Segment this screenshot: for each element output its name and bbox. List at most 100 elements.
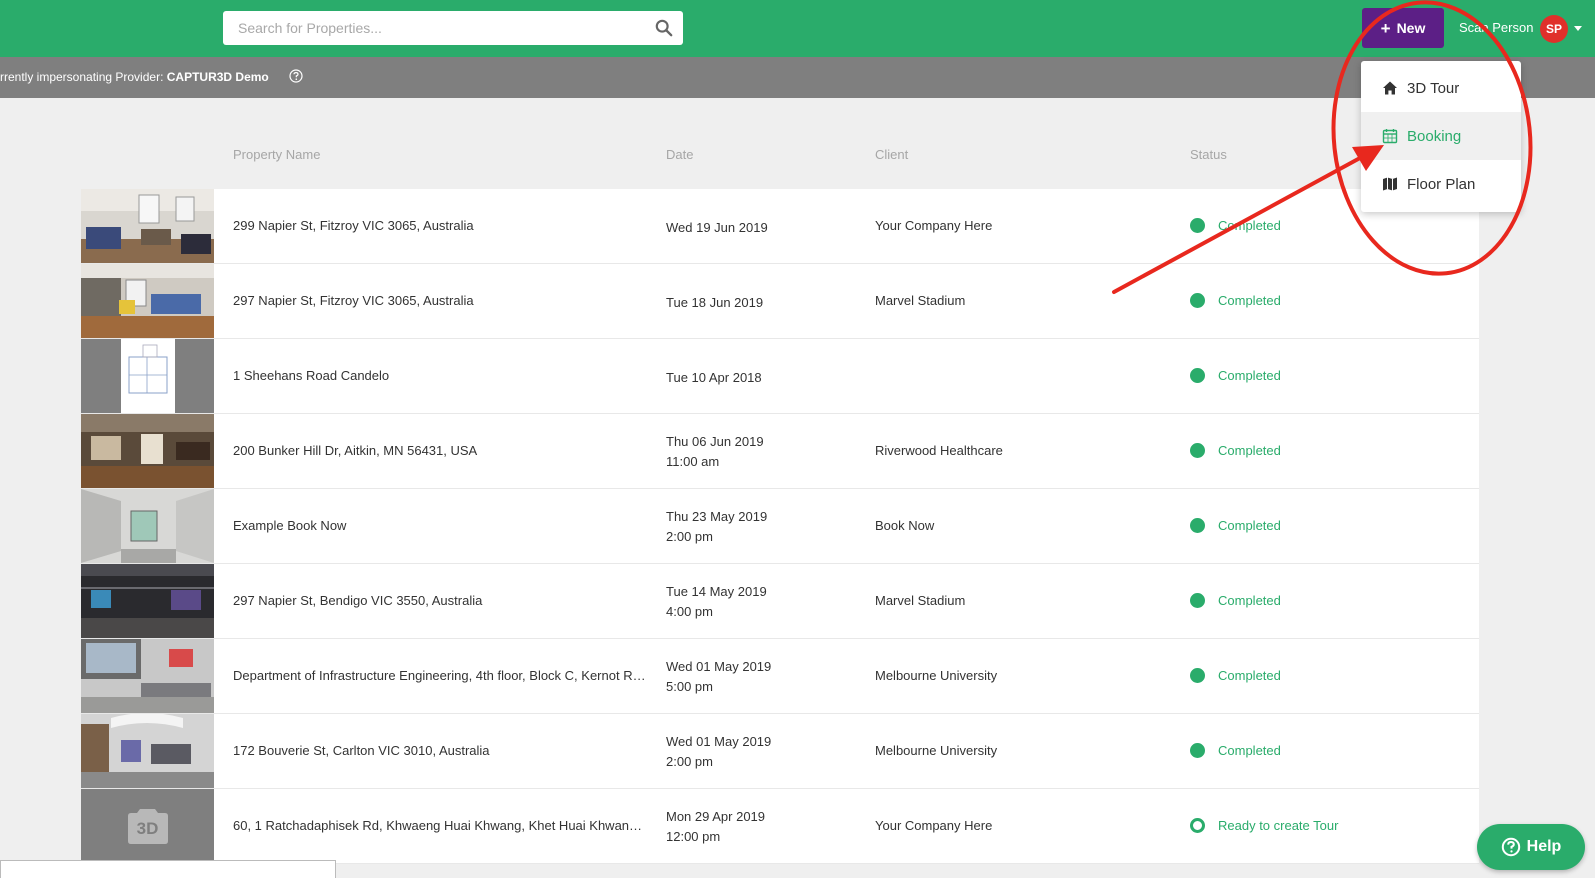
new-button[interactable]: + New xyxy=(1362,8,1444,48)
client-name: Book Now xyxy=(875,518,935,533)
client-name: Marvel Stadium xyxy=(875,293,966,308)
help-button-label: Help xyxy=(1526,838,1562,855)
client-name: Marvel Stadium xyxy=(875,593,966,608)
help-button[interactable]: Help xyxy=(1477,824,1585,870)
status-badge: Completed xyxy=(1190,368,1281,383)
menu-item-floor-plan[interactable]: Floor Plan xyxy=(1361,160,1521,208)
menu-item-3d-tour[interactable]: 3D Tour xyxy=(1361,64,1521,112)
property-thumbnail[interactable] xyxy=(81,414,214,488)
date-text: Mon 29 Apr 2019 xyxy=(666,809,766,824)
avatar-initials: SP xyxy=(1545,22,1562,36)
status-badge: Completed xyxy=(1190,593,1281,608)
status-text: Completed xyxy=(1218,293,1281,308)
client-name: Melbourne University xyxy=(875,668,998,683)
menu-item-label: Floor Plan xyxy=(1407,175,1476,193)
search-icon[interactable] xyxy=(655,19,673,37)
column-header-status[interactable]: Status xyxy=(1190,147,1227,162)
table-row[interactable]: 299 Napier St, Fitzroy VIC 3065, Austral… xyxy=(81,189,1479,264)
property-name[interactable]: 299 Napier St, Fitzroy VIC 3065, Austral… xyxy=(233,218,648,233)
column-header-date[interactable]: Date xyxy=(666,147,693,162)
table-row[interactable]: 1 Sheehans Road Candelo Tue 10 Apr 2018 … xyxy=(81,339,1479,414)
table-row[interactable]: 200 Bunker Hill Dr, Aitkin, MN 56431, US… xyxy=(81,414,1479,489)
column-header-property[interactable]: Property Name xyxy=(233,147,320,162)
date-text: Tue 18 Jun 2019 xyxy=(666,295,764,310)
impersonation-prefix: rrently impersonating Provider: xyxy=(0,70,167,84)
date-text: Thu 23 May 2019 xyxy=(666,509,768,524)
status-badge: Completed xyxy=(1190,218,1281,233)
column-header-client[interactable]: Client xyxy=(875,147,908,162)
menu-item-label: Booking xyxy=(1407,127,1462,145)
client-name: Riverwood Healthcare xyxy=(875,443,1003,458)
calendar-icon xyxy=(1382,129,1398,144)
property-thumbnail[interactable] xyxy=(81,339,214,413)
property-name[interactable]: 60, 1 Ratchadaphisek Rd, Khwaeng Huai Kh… xyxy=(233,818,648,833)
date-cell: Tue 10 Apr 2018 xyxy=(666,368,856,388)
status-text: Completed xyxy=(1218,218,1281,233)
time-text: 11:00 am xyxy=(666,454,720,469)
table-row[interactable]: 3D 60, 1 Ratchadaphisek Rd, Khwaeng Huai… xyxy=(81,789,1479,864)
property-thumbnail[interactable] xyxy=(81,564,214,638)
status-dot-icon xyxy=(1190,368,1205,383)
status-badge: Completed xyxy=(1190,443,1281,458)
map-icon xyxy=(1383,177,1397,191)
date-cell: Wed 19 Jun 2019 xyxy=(666,218,856,238)
top-navbar: + New Scan Person SP xyxy=(0,0,1595,57)
properties-table: 299 Napier St, Fitzroy VIC 3065, Austral… xyxy=(81,189,1479,864)
property-thumbnail[interactable] xyxy=(81,489,214,563)
property-name[interactable]: 1 Sheehans Road Candelo xyxy=(233,368,648,383)
property-thumbnail[interactable] xyxy=(81,264,214,338)
property-name[interactable]: 200 Bunker Hill Dr, Aitkin, MN 56431, US… xyxy=(233,443,648,458)
property-name[interactable]: 297 Napier St, Fitzroy VIC 3065, Austral… xyxy=(233,293,648,308)
table-row[interactable]: 172 Bouverie St, Carlton VIC 3010, Austr… xyxy=(81,714,1479,789)
status-text: Completed xyxy=(1218,593,1281,608)
date-text: Wed 01 May 2019 xyxy=(666,734,772,749)
status-badge: Completed xyxy=(1190,743,1281,758)
status-dot-icon xyxy=(1190,218,1205,233)
table-row[interactable]: 297 Napier St, Fitzroy VIC 3065, Austral… xyxy=(81,264,1479,339)
bottom-panel-edge xyxy=(0,860,336,878)
search-input[interactable] xyxy=(223,11,643,45)
caret-down-icon[interactable] xyxy=(1574,26,1582,31)
property-name[interactable]: 172 Bouverie St, Carlton VIC 3010, Austr… xyxy=(233,743,648,758)
new-dropdown-menu: 3D Tour Booking Floor Plan xyxy=(1361,61,1521,212)
status-text: Completed xyxy=(1218,443,1281,458)
property-name[interactable]: Department of Infrastructure Engineering… xyxy=(233,668,648,683)
status-text: Completed xyxy=(1218,518,1281,533)
status-dot-icon xyxy=(1190,293,1205,308)
status-badge: Completed xyxy=(1190,518,1281,533)
status-ring-icon xyxy=(1190,818,1205,833)
date-cell: Wed 01 May 2019 5:00 pm xyxy=(666,657,856,697)
table-row[interactable]: Example Book Now Thu 23 May 2019 2:00 pm … xyxy=(81,489,1479,564)
property-thumbnail[interactable] xyxy=(81,714,214,788)
property-search[interactable] xyxy=(223,11,683,45)
menu-item-label: 3D Tour xyxy=(1407,79,1460,97)
date-text: Tue 14 May 2019 xyxy=(666,584,767,599)
menu-item-booking[interactable]: Booking xyxy=(1361,112,1521,160)
help-circle-icon[interactable] xyxy=(289,69,303,83)
time-text: 12:00 pm xyxy=(666,829,721,844)
status-dot-icon xyxy=(1190,668,1205,683)
date-text: Wed 01 May 2019 xyxy=(666,659,772,674)
impersonated-provider: CAPTUR3D Demo xyxy=(166,70,269,84)
status-dot-icon xyxy=(1190,518,1205,533)
date-cell: Thu 06 Jun 2019 11:00 am xyxy=(666,432,856,472)
date-cell: Thu 23 May 2019 2:00 pm xyxy=(666,507,856,547)
table-row[interactable]: 297 Napier St, Bendigo VIC 3550, Austral… xyxy=(81,564,1479,639)
property-thumbnail[interactable] xyxy=(81,639,214,713)
status-dot-icon xyxy=(1190,593,1205,608)
property-thumbnail[interactable]: 3D xyxy=(81,789,214,863)
status-badge: Ready to create Tour xyxy=(1190,818,1338,833)
camera-3d-icon: 3D xyxy=(136,819,159,838)
property-name[interactable]: 297 Napier St, Bendigo VIC 3550, Austral… xyxy=(233,593,648,608)
property-name[interactable]: Example Book Now xyxy=(233,518,648,533)
date-text: Tue 10 Apr 2018 xyxy=(666,370,762,385)
time-text: 5:00 pm xyxy=(666,679,713,694)
property-thumbnail[interactable] xyxy=(81,189,214,263)
table-row[interactable]: Department of Infrastructure Engineering… xyxy=(81,639,1479,714)
date-text: Thu 06 Jun 2019 xyxy=(666,434,764,449)
avatar[interactable]: SP xyxy=(1540,15,1568,43)
plus-icon: + xyxy=(1380,18,1391,38)
time-text: 2:00 pm xyxy=(666,529,713,544)
user-name[interactable]: Scan Person xyxy=(1459,20,1533,35)
help-circle-icon xyxy=(1501,837,1520,857)
